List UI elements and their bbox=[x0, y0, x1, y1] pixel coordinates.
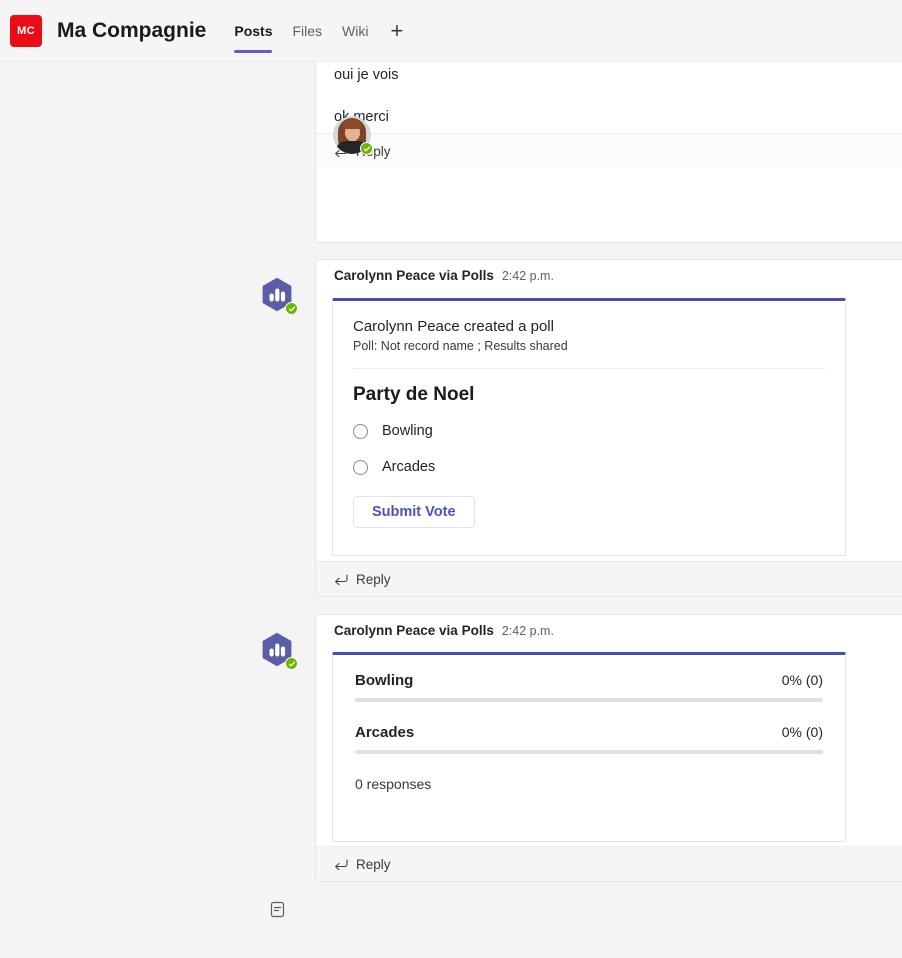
poll-message-header: Carolynn Peace via Polls 2:42 p.m. bbox=[334, 268, 893, 283]
result-value-bowling: 0% (0) bbox=[781, 672, 823, 688]
results-timestamp: 2:42 p.m. bbox=[501, 624, 554, 638]
conversation-pane: Carolynn Peace 2:40 p.m. oui je vois ok … bbox=[0, 62, 902, 958]
poll-message-body: Carolynn Peace via Polls 2:42 p.m. bbox=[316, 260, 902, 289]
reply-label-results: Reply bbox=[356, 856, 391, 872]
thread-collapse-icon[interactable] bbox=[269, 900, 286, 919]
app-header: MC Ma Compagnie Posts Files Wiki + bbox=[0, 0, 902, 62]
avatar-polls-bot bbox=[258, 631, 298, 670]
reply-arrow-icon bbox=[334, 858, 348, 871]
reply-button-poll[interactable]: Reply bbox=[316, 561, 902, 596]
result-bar-arcades bbox=[355, 750, 823, 754]
poll-options-group: Bowling Arcades bbox=[353, 416, 825, 482]
tab-bar: Posts Files Wiki + bbox=[224, 0, 415, 61]
tab-posts-label: Posts bbox=[234, 22, 273, 39]
result-row-bowling: Bowling 0% (0) bbox=[355, 672, 823, 702]
result-label-arcades: Arcades bbox=[355, 724, 415, 741]
radio-unchecked-icon[interactable] bbox=[353, 423, 368, 439]
chat-message-text-1: oui je vois bbox=[334, 67, 399, 83]
reply-arrow-icon bbox=[334, 573, 348, 586]
team-avatar: MC bbox=[10, 14, 42, 47]
responses-count: 0 responses bbox=[355, 776, 432, 792]
poll-subtitle: Poll: Not record name ; Results shared bbox=[353, 339, 568, 353]
tab-posts[interactable]: Posts bbox=[224, 0, 282, 61]
results-message-header: Carolynn Peace via Polls 2:42 p.m. bbox=[334, 623, 893, 638]
chat-message-text-2: ok merci bbox=[334, 109, 389, 125]
poll-card: Carolynn Peace created a poll Poll: Not … bbox=[332, 298, 846, 556]
results-author: Carolynn Peace via Polls bbox=[334, 623, 494, 638]
avatar-polls-bot bbox=[258, 276, 298, 315]
plus-icon: + bbox=[390, 17, 404, 43]
submit-vote-button[interactable]: Submit Vote bbox=[353, 496, 475, 528]
poll-author: Carolynn Peace via Polls bbox=[334, 268, 494, 283]
poll-option-bowling[interactable]: Bowling bbox=[353, 416, 825, 446]
result-value-arcades: 0% (0) bbox=[781, 724, 823, 740]
result-bar-bowling bbox=[355, 698, 823, 702]
reply-button-results[interactable]: Reply bbox=[316, 846, 902, 881]
poll-option-arcades[interactable]: Arcades bbox=[353, 452, 825, 482]
poll-timestamp: 2:42 p.m. bbox=[501, 269, 554, 283]
reply-label-poll: Reply bbox=[356, 571, 391, 587]
poll-created-text: Carolynn Peace created a poll bbox=[353, 318, 554, 335]
poll-card-inner: Carolynn Peace created a poll Poll: Not … bbox=[333, 301, 845, 528]
tab-wiki-label: Wiki bbox=[342, 22, 369, 39]
results-message-body: Carolynn Peace via Polls 2:42 p.m. bbox=[316, 615, 902, 644]
poll-results-inner: Bowling 0% (0) Arcades 0% (0) 0 response… bbox=[333, 655, 845, 792]
result-head-bowling: Bowling 0% (0) bbox=[355, 672, 823, 689]
radio-unchecked-icon[interactable] bbox=[353, 459, 368, 475]
chat-message-body: Carolynn Peace 2:40 p.m. oui je vois ok … bbox=[316, 62, 902, 133]
add-tab-button[interactable]: + bbox=[378, 0, 415, 61]
presence-available-icon bbox=[285, 302, 298, 315]
avatar-carolynn-peace bbox=[333, 116, 373, 155]
poll-option-label-arcades: Arcades bbox=[382, 459, 436, 475]
page-title: Ma Compagnie bbox=[57, 18, 207, 42]
thread-chat-message: Carolynn Peace 2:40 p.m. oui je vois ok … bbox=[315, 62, 902, 243]
tab-files-label: Files bbox=[292, 22, 323, 39]
poll-card-divider bbox=[353, 368, 825, 369]
tab-wiki[interactable]: Wiki bbox=[332, 0, 378, 61]
poll-option-label-bowling: Bowling bbox=[382, 423, 433, 439]
presence-available-icon bbox=[360, 142, 373, 155]
presence-available-icon bbox=[285, 657, 298, 670]
tab-files[interactable]: Files bbox=[282, 0, 332, 61]
result-label-bowling: Bowling bbox=[355, 672, 414, 689]
poll-question: Party de Noel bbox=[353, 384, 475, 405]
reply-button-chat[interactable]: Reply bbox=[316, 133, 902, 168]
result-head-arcades: Arcades 0% (0) bbox=[355, 724, 823, 741]
result-row-arcades: Arcades 0% (0) bbox=[355, 724, 823, 754]
poll-results-card: Bowling 0% (0) Arcades 0% (0) 0 response… bbox=[332, 652, 846, 842]
